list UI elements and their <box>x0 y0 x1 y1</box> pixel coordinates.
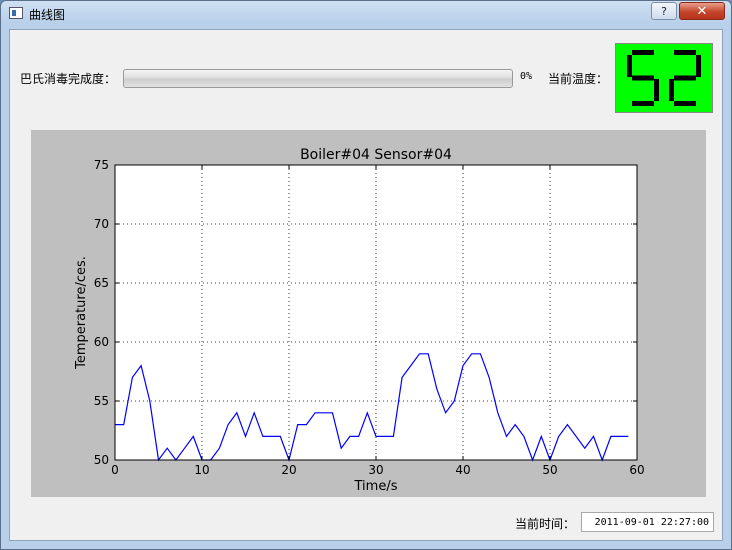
y-tick-label: 65 <box>94 276 109 290</box>
lcd-segment <box>632 75 654 81</box>
current-time-label: 当前时间： <box>515 517 576 531</box>
y-axis-label: Temperature/ces. <box>74 256 89 370</box>
x-tick-label: 0 <box>111 463 119 477</box>
y-tick-label: 50 <box>94 453 109 467</box>
temperature-label: 当前温度： <box>548 72 609 86</box>
x-tick-label: 30 <box>368 463 383 477</box>
y-tick-label: 70 <box>94 217 109 231</box>
lcd-segment <box>696 55 701 77</box>
help-button[interactable]: ? <box>651 2 677 20</box>
main-panel: 巴氏消毒完成度： 0% 当前温度： 52 0 10 20 30 40 50 60 50 55 60… <box>9 29 723 541</box>
lcd-segment <box>627 55 632 77</box>
y-tick-label: 55 <box>94 394 109 408</box>
app-window: 曲线图 ? ✕ 巴氏消毒完成度： 0% 当前温度： 52 0 10 20 30 40 50… <box>0 0 732 550</box>
lcd-segment <box>632 50 654 55</box>
x-axis-label: Time/s <box>354 479 398 494</box>
current-time-field: 2011-09-01 22:27:00 <box>581 512 714 532</box>
window-title: 曲线图 <box>29 8 66 22</box>
progress-percent-text: 0% <box>520 71 533 82</box>
lcd-segment <box>654 79 659 101</box>
y-tick-label: 60 <box>94 335 109 349</box>
temperature-lcd-display: 52 <box>615 43 713 113</box>
x-tick-label: 20 <box>281 463 296 477</box>
chart-title: Boiler#04 Sensor#04 <box>300 147 452 163</box>
lcd-segment <box>669 79 674 101</box>
close-button[interactable]: ✕ <box>679 2 725 20</box>
lcd-segment <box>674 101 696 106</box>
pasteurization-progress-bar <box>123 69 513 88</box>
chart-panel: 0 10 20 30 40 50 60 50 55 60 65 70 75 Boiler#04 Senso… <box>31 130 706 497</box>
lcd-segment <box>674 75 696 81</box>
lcd-segment <box>674 50 696 55</box>
x-tick-label: 60 <box>629 463 644 477</box>
x-tick-label: 50 <box>542 463 557 477</box>
x-tick-label: 40 <box>455 463 470 477</box>
temperature-chart: 0 10 20 30 40 50 60 50 55 60 65 70 75 Boiler#04 Senso… <box>74 147 645 494</box>
app-icon <box>9 7 23 19</box>
x-tick-label: 10 <box>194 463 209 477</box>
title-bar[interactable]: 曲线图 ? ✕ <box>1 1 731 27</box>
y-tick-label: 75 <box>94 158 109 172</box>
progress-label: 巴氏消毒完成度： <box>20 72 117 86</box>
lcd-segment <box>632 101 654 106</box>
lcd-digits: 52 <box>627 50 701 106</box>
